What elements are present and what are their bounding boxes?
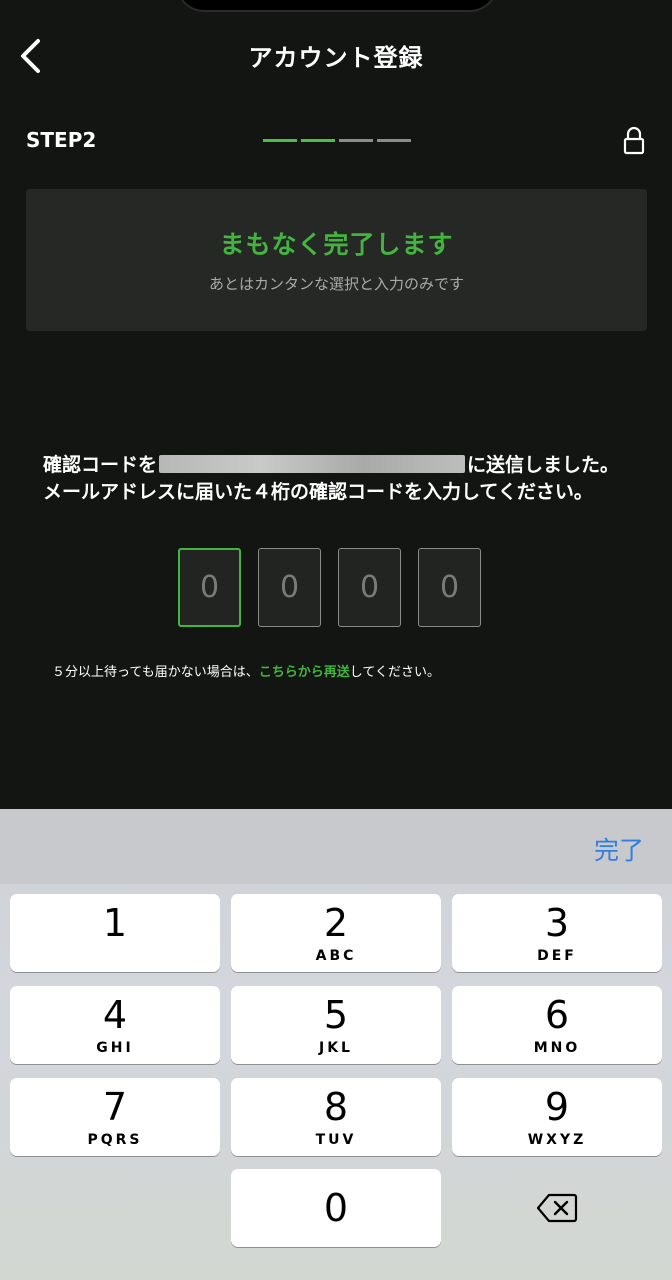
key-7[interactable]: 7 PQRS: [10, 1078, 220, 1156]
key-6[interactable]: 6 MNO: [452, 986, 662, 1064]
key-number: 9: [544, 1085, 570, 1129]
progress-segment-4: [377, 139, 411, 142]
key-2[interactable]: 2 ABC: [231, 894, 441, 972]
resend-text-before: ５分以上待っても届かない場合は、: [52, 665, 259, 680]
key-number: 7: [102, 1085, 128, 1129]
key-letters: PQRS: [87, 1132, 143, 1148]
verification-message: 確認コードを に送信しました。メールアドレスに届いた４桁の確認コードを入力してくだ…: [43, 452, 633, 506]
key-9[interactable]: 9 WXYZ: [452, 1078, 662, 1156]
key-3[interactable]: 3 DEF: [452, 894, 662, 972]
key-letters: JKL: [319, 1040, 353, 1056]
key-number: 8: [323, 1085, 349, 1129]
key-letters: ABC: [315, 948, 357, 964]
key-5[interactable]: 5 JKL: [231, 986, 441, 1064]
key-1[interactable]: 1: [10, 894, 220, 972]
info-banner: まもなく完了します あとはカンタンな選択と入力のみです: [26, 189, 647, 331]
code-input-group: 0 0 0 0: [178, 548, 481, 627]
key-number: 3: [544, 901, 570, 945]
key-number: 2: [323, 901, 349, 945]
banner-subtitle: あとはカンタンな選択と入力のみです: [208, 275, 464, 293]
progress-segment-1: [263, 139, 297, 142]
key-letters: DEF: [537, 948, 577, 964]
resend-note: ５分以上待っても届かない場合は、こちらから再送してください。: [52, 661, 440, 680]
header: アカウント登録: [0, 0, 672, 112]
code-digit-4[interactable]: 0: [418, 548, 481, 627]
key-letters: WXYZ: [527, 1132, 587, 1148]
page-title: アカウント登録: [248, 44, 424, 72]
done-button[interactable]: 完了: [594, 831, 644, 867]
message-text-before: 確認コードを: [43, 454, 158, 476]
code-digit-3[interactable]: 0: [338, 548, 401, 627]
redacted-email: [159, 455, 466, 473]
lock-icon: [621, 126, 647, 160]
key-letters: MNO: [533, 1040, 581, 1056]
numeric-keyboard: 完了 1 2 ABC 3 DEF 4 GHI 5 JKL 6 MNO 7 PQR…: [0, 809, 672, 1280]
progress-segment-2: [301, 139, 335, 142]
code-digit-2[interactable]: 0: [258, 548, 321, 627]
step-progress: [263, 139, 411, 142]
step-label: STEP2: [26, 128, 97, 152]
resend-text-after: してください。: [349, 665, 440, 680]
key-number: 4: [102, 993, 128, 1037]
key-number: 6: [544, 993, 570, 1037]
key-number: 1: [102, 901, 128, 945]
key-0[interactable]: 0: [231, 1169, 441, 1247]
banner-title: まもなく完了します: [219, 230, 454, 259]
delete-key[interactable]: [452, 1169, 662, 1247]
resend-link[interactable]: こちらから再送: [259, 665, 350, 680]
key-4[interactable]: 4 GHI: [10, 986, 220, 1064]
key-letters: TUV: [315, 1132, 357, 1148]
key-number: 5: [323, 993, 349, 1037]
key-8[interactable]: 8 TUV: [231, 1078, 441, 1156]
backspace-icon: [536, 1193, 578, 1223]
code-digit-1[interactable]: 0: [178, 548, 241, 627]
key-letters: GHI: [96, 1040, 134, 1056]
keyboard-toolbar: 完了: [0, 809, 672, 884]
key-number: 0: [323, 1186, 349, 1230]
progress-segment-3: [339, 139, 373, 142]
